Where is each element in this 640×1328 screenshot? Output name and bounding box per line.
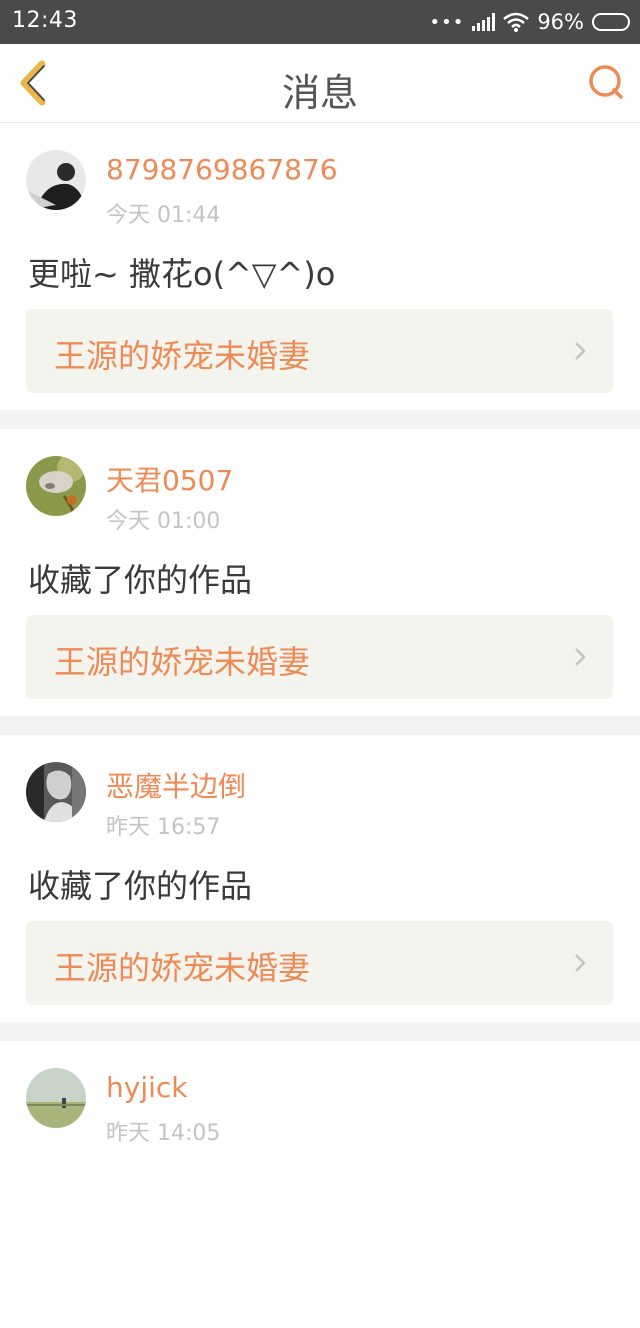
message-time: 今天 01:44: [106, 203, 221, 228]
work-link[interactable]: 王源的娇宠未婚妻: [26, 921, 613, 1005]
page-title: 消息: [281, 71, 358, 115]
work-link[interactable]: 王源的娇宠未婚妻: [26, 309, 613, 393]
work-title: 王源的娇宠未婚妻: [54, 643, 311, 681]
message-card: 天君0507 今天 01:00 收藏了你的作品 王源的娇宠未婚妻: [0, 429, 640, 716]
message-time: 昨天 14:05: [106, 1121, 221, 1146]
username[interactable]: 天君0507: [106, 459, 233, 499]
search-icon[interactable]: [586, 62, 626, 102]
work-title: 王源的娇宠未婚妻: [54, 337, 311, 375]
status-time: 12:43: [12, 8, 78, 33]
more-dots-icon: •••: [429, 11, 465, 33]
app-header: 消息: [0, 44, 640, 123]
divider: [0, 410, 640, 429]
battery-percent: 96%: [537, 10, 584, 34]
message-card: hyjick 昨天 14:05: [0, 1041, 640, 1328]
avatar[interactable]: [26, 456, 86, 516]
avatar[interactable]: [26, 1068, 86, 1128]
message-time: 昨天 16:57: [106, 815, 221, 840]
message-text: 收藏了你的作品: [28, 561, 253, 599]
message-time: 今天 01:00: [106, 509, 221, 534]
message-feed: 8798769867876 今天 01:44 更啦~ 撒花o(^▽^)o 王源的…: [0, 123, 640, 1328]
avatar[interactable]: [26, 762, 86, 822]
message-card: 8798769867876 今天 01:44 更啦~ 撒花o(^▽^)o 王源的…: [0, 123, 640, 410]
status-bar: 12:43 ••• 96%: [0, 0, 640, 44]
work-link[interactable]: 王源的娇宠未婚妻: [26, 615, 613, 699]
message-card: 恶魔半边倒 昨天 16:57 收藏了你的作品 王源的娇宠未婚妻: [0, 735, 640, 1022]
divider: [0, 716, 640, 735]
battery-icon: [592, 13, 630, 31]
chevron-right-icon: [575, 648, 586, 666]
status-indicators: ••• 96%: [429, 8, 630, 36]
username[interactable]: 恶魔半边倒: [106, 765, 246, 805]
message-text: 更啦~ 撒花o(^▽^)o: [28, 255, 336, 293]
chevron-right-icon: [575, 342, 586, 360]
username[interactable]: 8798769867876: [106, 153, 338, 186]
username[interactable]: hyjick: [106, 1071, 187, 1104]
chevron-right-icon: [575, 954, 586, 972]
work-title: 王源的娇宠未婚妻: [54, 949, 311, 987]
avatar[interactable]: [26, 150, 86, 210]
wifi-icon: [503, 12, 530, 32]
divider: [0, 1022, 640, 1041]
message-text: 收藏了你的作品: [28, 867, 253, 905]
signal-icon: [472, 13, 496, 31]
